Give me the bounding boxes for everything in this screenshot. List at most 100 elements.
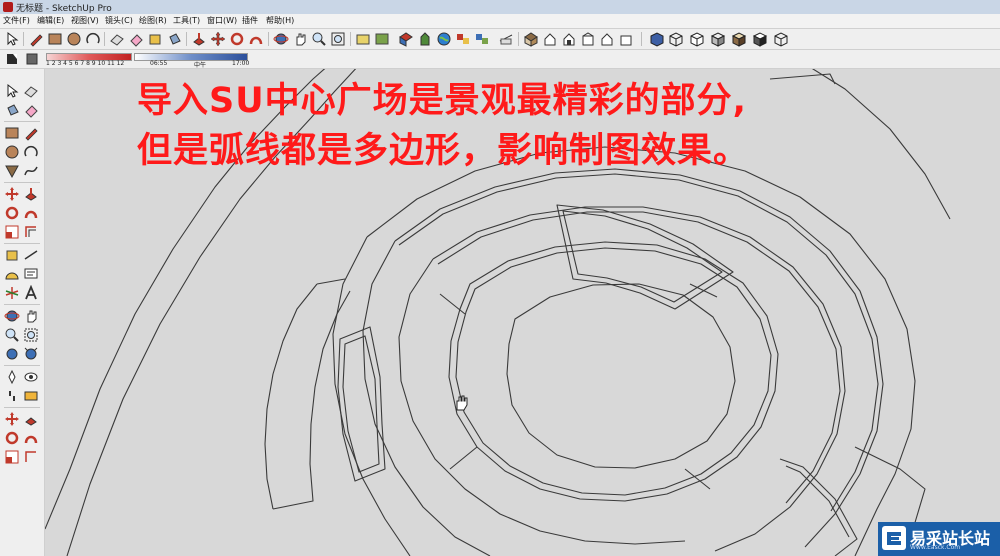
- shadow-time-start: 06:55: [150, 60, 168, 67]
- components-icon[interactable]: [455, 31, 471, 47]
- freehand-icon[interactable]: [23, 163, 39, 179]
- monochrome-icon[interactable]: [752, 31, 768, 47]
- pan-icon[interactable]: [292, 31, 308, 47]
- shadow-noon-label: 中午: [194, 62, 207, 69]
- rectangle-icon[interactable]: [4, 125, 20, 141]
- tape-measure-icon[interactable]: [4, 247, 20, 263]
- add-location-icon[interactable]: [355, 31, 371, 47]
- xray-icon[interactable]: [649, 31, 665, 47]
- polygon-icon[interactable]: [4, 163, 20, 179]
- sandbox-from-contours-icon[interactable]: [4, 411, 20, 427]
- rotate-icon[interactable]: [229, 31, 245, 47]
- sandbox-smoove-icon[interactable]: [23, 411, 39, 427]
- zoom-extents-icon[interactable]: [330, 31, 346, 47]
- section-plane-icon[interactable]: [23, 388, 39, 404]
- menu-view[interactable]: 视图(V): [71, 15, 99, 26]
- rectangle-icon[interactable]: [47, 31, 63, 47]
- shaded-icon[interactable]: [710, 31, 726, 47]
- photo-texture-icon[interactable]: [374, 31, 390, 47]
- back-edges-icon[interactable]: [773, 31, 789, 47]
- previous-view-icon[interactable]: [4, 346, 20, 362]
- menu-draw[interactable]: 绘图(R): [139, 15, 167, 26]
- eraser-icon[interactable]: [23, 102, 39, 118]
- sandbox-add-detail-icon[interactable]: [4, 449, 20, 465]
- shadows-toggle-icon[interactable]: [4, 51, 20, 67]
- walk-icon[interactable]: [4, 388, 20, 404]
- sandbox-drape-icon[interactable]: [23, 430, 39, 446]
- look-around-icon[interactable]: [23, 369, 39, 385]
- position-camera-icon[interactable]: [4, 369, 20, 385]
- menu-help[interactable]: 帮助(H): [266, 15, 294, 26]
- scale-icon[interactable]: [4, 224, 20, 240]
- text-icon[interactable]: [23, 266, 39, 282]
- front-view-icon[interactable]: [561, 31, 577, 47]
- menu-plugins[interactable]: 插件: [242, 15, 258, 26]
- top-view-icon[interactable]: [542, 31, 558, 47]
- iso-view-icon[interactable]: [523, 31, 539, 47]
- tape-measure-icon[interactable]: [147, 31, 163, 47]
- zoom-window-icon[interactable]: [23, 327, 39, 343]
- orbit-icon[interactable]: [273, 31, 289, 47]
- back-view-icon[interactable]: [599, 31, 615, 47]
- circle-icon[interactable]: [4, 144, 20, 160]
- dimensions-icon[interactable]: [23, 247, 39, 263]
- annotation-line-2: 但是弧线都是多边形，影响制图效果。: [137, 131, 750, 171]
- shadow-settings-icon[interactable]: [24, 51, 40, 67]
- sandbox-stamp-icon[interactable]: [4, 430, 20, 446]
- shadow-time-end: 17:00: [232, 60, 250, 67]
- move-icon[interactable]: [210, 31, 226, 47]
- select-icon[interactable]: [4, 31, 20, 47]
- follow-me-icon[interactable]: [23, 205, 39, 221]
- zoom-icon[interactable]: [311, 31, 327, 47]
- sandbox-flip-edge-icon[interactable]: [23, 449, 39, 465]
- push-pull-icon[interactable]: [23, 186, 39, 202]
- large-tool-set-palette: [0, 69, 45, 556]
- orbit-icon[interactable]: [4, 308, 20, 324]
- circle-icon[interactable]: [66, 31, 82, 47]
- move-icon[interactable]: [4, 186, 20, 202]
- make-component-icon[interactable]: [109, 31, 125, 47]
- left-view-icon[interactable]: [618, 31, 634, 47]
- zoom-icon[interactable]: [4, 327, 20, 343]
- paint-bucket-icon[interactable]: [4, 102, 20, 118]
- rotate-icon[interactable]: [4, 205, 20, 221]
- title-bar: 无标题 - SketchUp Pro: [0, 0, 1000, 15]
- dimensions-icon[interactable]: [498, 31, 514, 47]
- 3d-text-icon[interactable]: [23, 284, 39, 301]
- main-toolbar: [0, 29, 1000, 50]
- eraser-icon[interactable]: [128, 31, 144, 47]
- zoom-extents-icon[interactable]: [23, 346, 39, 362]
- window-title: 无标题 - SketchUp Pro: [16, 4, 112, 14]
- watermark-url: Www.Easck.Com: [910, 544, 961, 551]
- pencil-icon[interactable]: [23, 125, 39, 141]
- textured-icon[interactable]: [731, 31, 747, 47]
- annotation-line-1: 导入SU中心广场是景观最精彩的部分,: [137, 81, 747, 121]
- model-viewport[interactable]: 导入SU中心广场是景观最精彩的部分, 但是弧线都是多边形，影响制图效果。: [45, 69, 1000, 556]
- menu-window[interactable]: 窗口(W): [207, 15, 237, 26]
- select-icon[interactable]: [4, 83, 20, 99]
- follow-me-icon[interactable]: [248, 31, 264, 47]
- hidden-line-icon[interactable]: [689, 31, 705, 47]
- protractor-icon[interactable]: [4, 266, 20, 282]
- shadow-month-labels: 1 2 3 4 5 6 7 8 9 10 11 12: [46, 60, 125, 67]
- menu-edit[interactable]: 编辑(E): [37, 15, 64, 26]
- arc-icon[interactable]: [23, 144, 39, 160]
- make-component-icon[interactable]: [23, 83, 39, 99]
- axes-icon[interactable]: [4, 285, 20, 301]
- pencil-icon[interactable]: [28, 31, 44, 47]
- menu-file[interactable]: 文件(F): [3, 15, 30, 26]
- menu-camera[interactable]: 镜头(C): [105, 15, 133, 26]
- cursor-hand-icon: [453, 393, 469, 411]
- share-model-icon[interactable]: [417, 31, 433, 47]
- paint-bucket-icon[interactable]: [166, 31, 182, 47]
- push-pull-icon[interactable]: [191, 31, 207, 47]
- menu-tools[interactable]: 工具(T): [173, 15, 200, 26]
- google-earth-icon[interactable]: [436, 31, 452, 47]
- get-models-icon[interactable]: [398, 31, 414, 47]
- pan-icon[interactable]: [23, 308, 39, 324]
- materials-icon[interactable]: [474, 31, 490, 47]
- arc-icon[interactable]: [85, 31, 101, 47]
- wireframe-icon[interactable]: [668, 31, 684, 47]
- right-view-icon[interactable]: [580, 31, 596, 47]
- offset-icon[interactable]: [23, 224, 39, 240]
